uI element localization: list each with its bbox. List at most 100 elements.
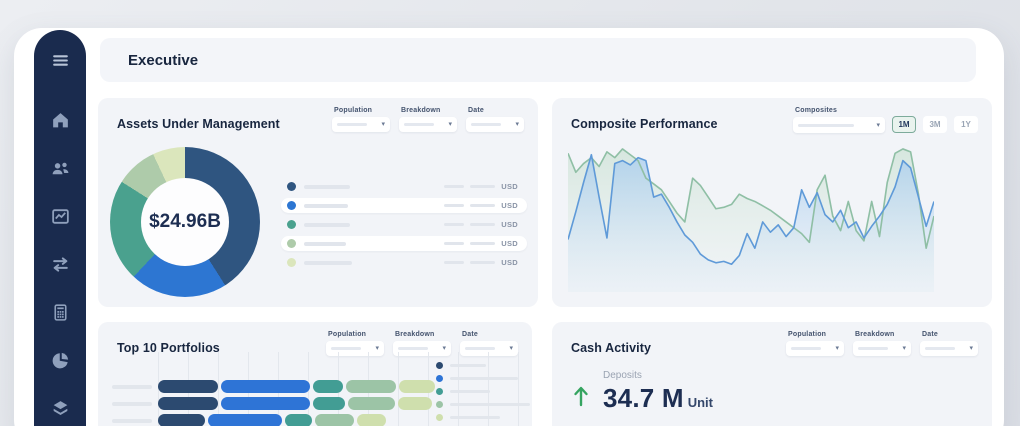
- bar-segment: [221, 380, 310, 393]
- chevron-down-icon: ▾: [509, 345, 513, 352]
- card-top-10-portfolios: Top 10 Portfolios Population ▾ Breakdown…: [98, 322, 532, 426]
- date-dropdown[interactable]: ▾: [466, 117, 524, 132]
- calculator-icon[interactable]: [46, 298, 74, 326]
- breakdown-dropdown[interactable]: ▾: [853, 341, 911, 356]
- aum-legend-row[interactable]: USD: [281, 236, 527, 251]
- aum-legend-row[interactable]: USD: [281, 198, 527, 213]
- portfolio-row: [112, 397, 438, 410]
- population-dropdown[interactable]: ▾: [786, 341, 844, 356]
- legend-label-placeholder: [450, 377, 518, 380]
- legend-value-placeholder: [470, 223, 495, 226]
- legend-dot: [436, 362, 443, 369]
- deposits-value: 34.7 M: [603, 383, 684, 414]
- bar-segment: [313, 397, 345, 410]
- range-3m-button[interactable]: 3M: [923, 116, 947, 133]
- chevron-down-icon: ▾: [515, 121, 519, 128]
- bar-segment: [285, 414, 312, 426]
- legend-value-placeholder: [470, 185, 495, 188]
- currency-label: USD: [501, 220, 518, 229]
- breakdown-dropdown[interactable]: ▾: [399, 117, 457, 132]
- composite-performance-chart: [568, 146, 934, 292]
- deposits-unit: Unit: [688, 395, 713, 410]
- legend-label-placeholder: [304, 242, 346, 246]
- legend-dot: [436, 375, 443, 382]
- card-cash-activity: Cash Activity Population ▾ Breakdown ▾ D…: [552, 322, 992, 426]
- aum-legend-row[interactable]: USD: [281, 179, 527, 194]
- bar-segment: [348, 397, 395, 410]
- filter-composites: Composites ▾: [793, 107, 885, 133]
- bar-segment: [208, 414, 282, 426]
- bar-segment: [158, 397, 218, 410]
- portfolio-row: [112, 414, 438, 426]
- allocation-icon[interactable]: [46, 346, 74, 374]
- portfolio-legend-item: [436, 388, 530, 395]
- chevron-down-icon: ▾: [375, 345, 379, 352]
- legend-label-placeholder: [450, 364, 486, 367]
- legend-label-placeholder: [450, 403, 530, 406]
- currency-label: USD: [501, 258, 518, 267]
- legend-label-placeholder: [450, 390, 490, 393]
- performance-icon[interactable]: [46, 202, 74, 230]
- aum-legend-row[interactable]: USD: [281, 217, 527, 232]
- population-dropdown[interactable]: ▾: [332, 117, 390, 132]
- currency-label: USD: [501, 239, 518, 248]
- card-title: Composite Performance: [571, 117, 718, 131]
- page-title: Executive: [128, 52, 198, 69]
- legend-label-placeholder: [304, 223, 350, 227]
- composites-dropdown[interactable]: ▾: [793, 117, 885, 133]
- portfolio-row: [112, 380, 438, 393]
- deposits-label: Deposits: [603, 370, 713, 381]
- portfolio-legend-item: [436, 375, 530, 382]
- portfolio-legend-item: [436, 414, 530, 421]
- aum-total-value: $24.96B: [149, 211, 221, 233]
- menu-icon[interactable]: [46, 46, 74, 74]
- filter-population: Population ▾: [786, 331, 844, 356]
- bar-segment: [346, 380, 396, 393]
- card-assets-under-management: Assets Under Management Population ▾ Bre…: [98, 98, 538, 307]
- filter-bar: Population ▾ Breakdown ▾ Date ▾: [786, 331, 978, 356]
- transfers-icon[interactable]: [46, 250, 74, 278]
- aum-legend-row[interactable]: USD: [281, 255, 527, 270]
- legend-value-placeholder: [470, 242, 495, 245]
- range-1m-button[interactable]: 1M: [892, 116, 916, 133]
- filter-bar: Population ▾ Breakdown ▾ Date ▾: [332, 107, 524, 132]
- home-icon[interactable]: [46, 106, 74, 134]
- page-header: Executive: [100, 38, 976, 82]
- range-1y-button[interactable]: 1Y: [954, 116, 978, 133]
- aum-donut-chart: $24.96B: [110, 147, 260, 297]
- donut-center: $24.96B: [141, 178, 229, 266]
- legend-dot: [287, 182, 296, 191]
- chevron-down-icon: ▾: [969, 345, 973, 352]
- legend-value-placeholder: [444, 223, 464, 226]
- chevron-down-icon: ▾: [448, 121, 452, 128]
- clients-icon[interactable]: [46, 154, 74, 182]
- legend-value-placeholder: [444, 242, 464, 245]
- filter-date: Date ▾: [920, 331, 978, 356]
- composite-controls: Composites ▾ 1M 3M 1Y: [793, 107, 978, 133]
- layers-icon[interactable]: [46, 394, 74, 422]
- legend-value-placeholder: [470, 261, 495, 264]
- filter-breakdown: Breakdown ▾: [399, 107, 457, 132]
- card-title: Cash Activity: [571, 341, 651, 355]
- legend-label-placeholder: [304, 261, 352, 265]
- portfolio-legend-item: [436, 362, 530, 369]
- row-label-placeholder: [112, 419, 152, 423]
- filter-population: Population ▾: [332, 107, 390, 132]
- legend-label-placeholder: [450, 416, 500, 419]
- card-title: Assets Under Management: [117, 117, 280, 131]
- deposits-kpi: Deposits 34.7 M Unit: [572, 370, 713, 414]
- chevron-down-icon: ▾: [902, 345, 906, 352]
- bar-segment: [313, 380, 343, 393]
- legend-value-placeholder: [444, 261, 464, 264]
- bar-segment: [357, 414, 386, 426]
- currency-label: USD: [501, 201, 518, 210]
- arrow-up-icon: [572, 385, 590, 407]
- date-dropdown[interactable]: ▾: [920, 341, 978, 356]
- bar-segment: [158, 380, 218, 393]
- legend-dot: [436, 401, 443, 408]
- bar-segment: [158, 414, 205, 426]
- legend-label-placeholder: [304, 204, 348, 208]
- currency-label: USD: [501, 182, 518, 191]
- legend-dot: [287, 201, 296, 210]
- legend-value-placeholder: [470, 204, 495, 207]
